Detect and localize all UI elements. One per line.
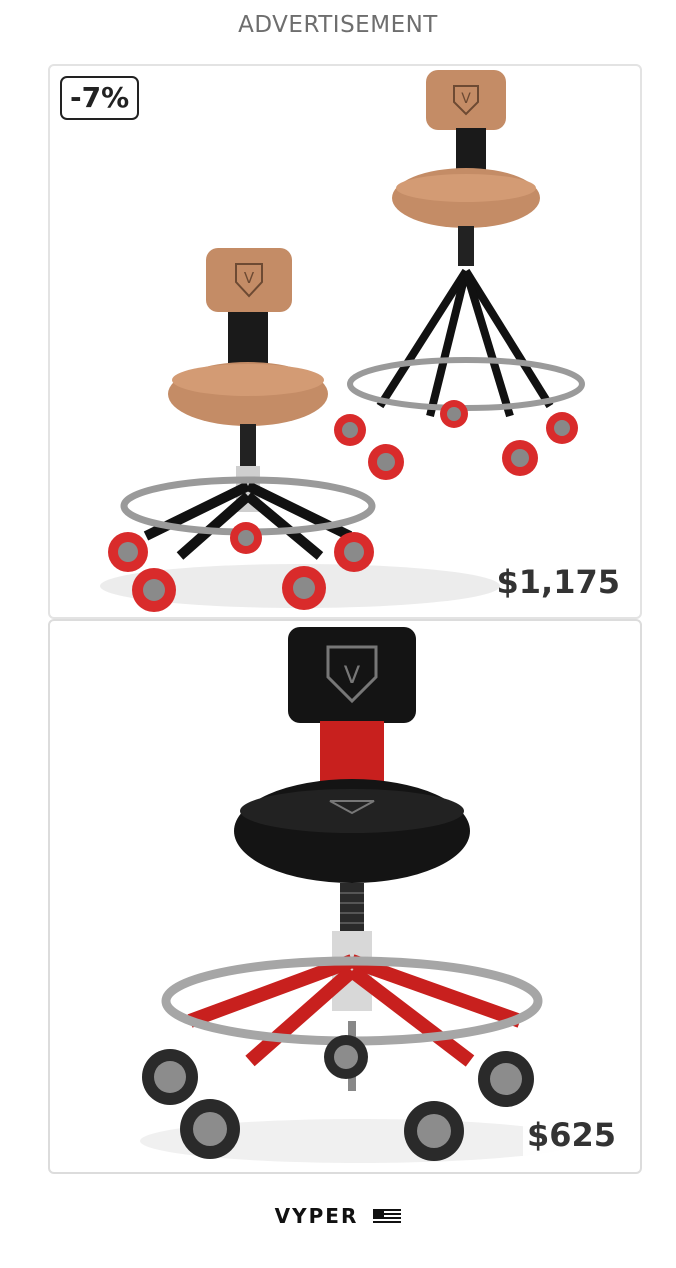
brand-name: VYPER <box>274 1204 359 1228</box>
svg-text:V: V <box>344 661 361 689</box>
us-flag-icon <box>373 1206 402 1230</box>
brand-logo[interactable]: VYPER <box>0 1204 676 1230</box>
product-card-2[interactable]: V $625 <box>48 619 642 1174</box>
svg-text:V: V <box>244 269 255 287</box>
discount-badge: -7% <box>60 76 140 120</box>
advertisement-label: ADVERTISEMENT <box>238 12 438 38</box>
product-price-2: $625 <box>522 1114 620 1156</box>
product-price-1: $1,175 <box>496 563 620 601</box>
product-card-1[interactable]: V V -7% $1,175 <box>48 64 642 619</box>
product-image-black-red-stool: V <box>140 627 580 1163</box>
svg-text:V: V <box>461 91 471 107</box>
product-image-tan-stools: V V <box>100 70 585 612</box>
